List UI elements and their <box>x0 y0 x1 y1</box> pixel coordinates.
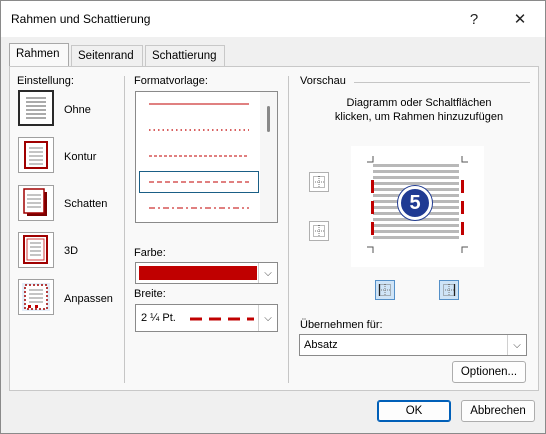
apply-to-value: Absatz <box>304 339 338 351</box>
style-heading: Formatvorlage: <box>134 75 208 87</box>
setting-label-box[interactable]: Kontur <box>64 151 96 163</box>
left-border-button[interactable] <box>375 280 395 300</box>
right-border-icon <box>443 284 456 296</box>
borders-shading-dialog: Rahmen und Schattierung ? ✕ Rahmen Seite… <box>0 0 546 434</box>
preview-right-border-segment <box>461 222 464 235</box>
close-button[interactable]: ✕ <box>501 1 539 37</box>
divider-right <box>288 76 289 383</box>
tab-seitenrand[interactable]: Seitenrand <box>71 45 143 67</box>
options-button[interactable]: Optionen... <box>452 361 526 383</box>
line-style-selection <box>139 171 259 193</box>
ok-button[interactable]: OK <box>377 400 451 422</box>
corner-mark-icon <box>367 156 374 163</box>
preview-text-line <box>373 224 459 227</box>
preview-text-line <box>373 170 459 173</box>
preview-heading: Vorschau <box>300 75 346 87</box>
setting-box-icon[interactable] <box>18 137 54 173</box>
line-style-list[interactable] <box>135 91 278 223</box>
width-value: 2 ¼ Pt. <box>141 312 176 324</box>
width-line-preview <box>190 317 254 321</box>
setting-3d-icon[interactable] <box>18 232 54 268</box>
chevron-down-icon: ⌵ <box>258 263 277 283</box>
apply-to-combo[interactable]: Absatz ⌵ <box>299 334 527 356</box>
preview-left-border-segment <box>371 180 374 193</box>
preview-right-border-segment <box>461 180 464 193</box>
preview-hint: Diagramm oder Schaltflächen klicken, um … <box>334 97 504 123</box>
title-bar: Rahmen und Schattierung ? ✕ <box>1 1 545 37</box>
setting-none-icon[interactable] <box>18 90 54 126</box>
close-icon: ✕ <box>513 11 527 28</box>
setting-custom-icon[interactable] <box>18 279 54 315</box>
top-border-icon <box>313 176 325 188</box>
bottom-border-button[interactable] <box>309 221 329 241</box>
corner-mark-icon <box>461 156 468 163</box>
divider-left <box>124 76 125 383</box>
chevron-down-icon: ⌵ <box>258 305 277 331</box>
preview-text-line <box>373 230 459 233</box>
line-style-scrollbar[interactable] <box>260 92 277 222</box>
setting-label-3d[interactable]: 3D <box>64 245 78 257</box>
preview-text-line <box>373 182 459 185</box>
left-border-icon <box>378 284 391 296</box>
preview-left-border-segment <box>371 201 374 214</box>
width-combo[interactable]: 2 ¼ Pt. ⌵ <box>135 304 278 332</box>
right-border-button[interactable] <box>439 280 459 300</box>
setting-label-custom[interactable]: Anpassen <box>64 293 113 305</box>
color-combo[interactable]: ⌵ <box>135 262 278 284</box>
bottom-border-icon <box>313 225 325 237</box>
corner-mark-icon <box>367 246 374 253</box>
apply-to-label: Übernehmen für: <box>300 319 383 331</box>
help-icon: ? <box>469 10 479 28</box>
help-button[interactable]: ? <box>455 1 493 37</box>
dialog-title: Rahmen und Schattierung <box>11 12 151 26</box>
chevron-down-icon: ⌵ <box>507 335 526 355</box>
scrollbar-thumb[interactable] <box>267 106 270 132</box>
top-border-button[interactable] <box>309 172 329 192</box>
tab-rahmen[interactable]: Rahmen <box>9 43 69 67</box>
setting-shadow-icon[interactable] <box>18 185 54 221</box>
cancel-button[interactable]: Abbrechen <box>461 400 535 422</box>
setting-label-none[interactable]: Ohne <box>64 104 91 116</box>
corner-mark-icon <box>461 246 468 253</box>
preview-right-border-segment <box>461 201 464 214</box>
settings-heading: Einstellung: <box>17 75 74 87</box>
preview-canvas[interactable]: 5 <box>351 146 484 267</box>
step-badge: 5 <box>398 186 432 220</box>
preview-text-line <box>373 176 459 179</box>
width-label: Breite: <box>134 288 166 300</box>
preview-heading-rule <box>354 82 530 83</box>
color-swatch <box>139 266 257 280</box>
setting-label-shadow[interactable]: Schatten <box>64 198 107 210</box>
preview-text-line <box>373 236 459 239</box>
line-style-previews <box>149 103 249 209</box>
preview-text-line <box>373 164 459 167</box>
preview-left-border-segment <box>371 222 374 235</box>
tab-schattierung[interactable]: Schattierung <box>145 45 225 67</box>
color-label: Farbe: <box>134 247 166 259</box>
